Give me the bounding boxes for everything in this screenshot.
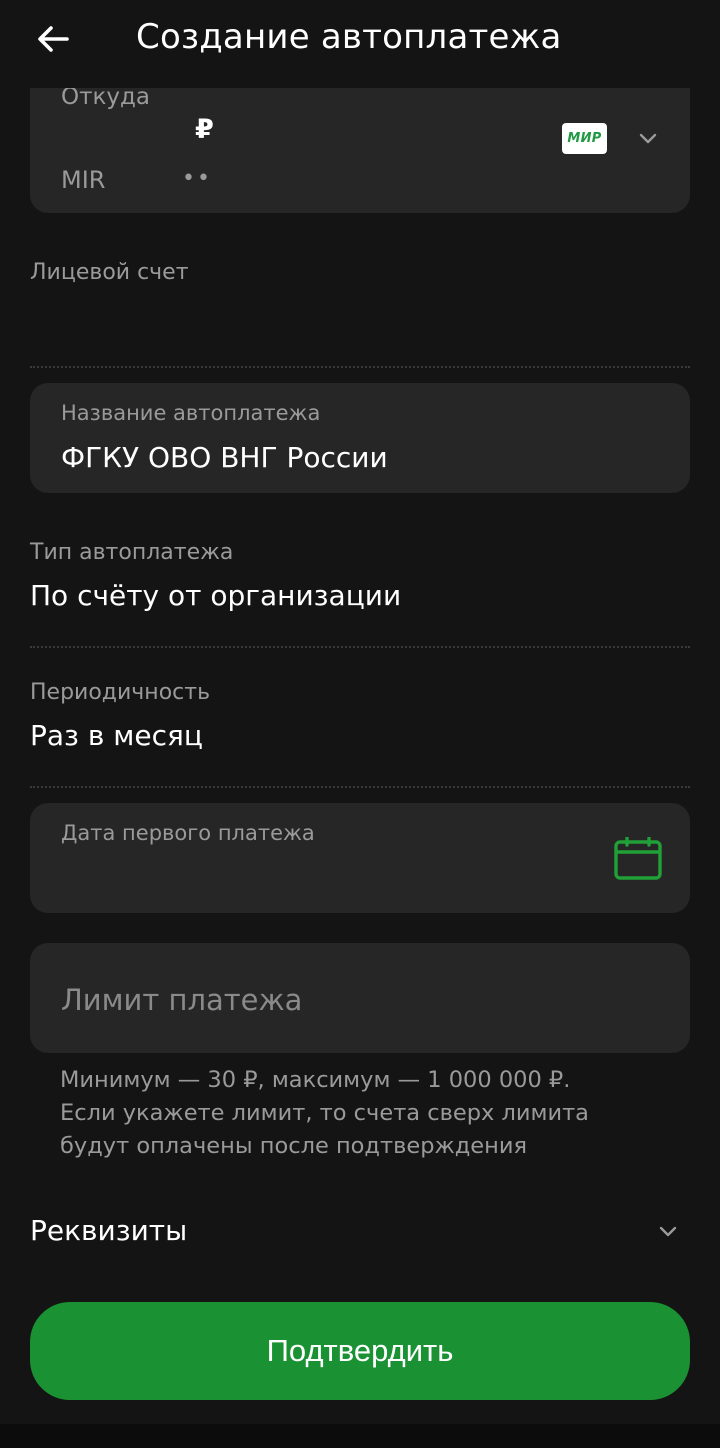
mir-logo-icon: МИР <box>562 123 607 154</box>
autopayment-type-value: По счёту от организации <box>30 579 402 612</box>
autopayment-screen: Откуда ₽ MIR •• МИР Создание автоплатежа… <box>0 0 720 1448</box>
limit-hint: Минимум — 30 ₽, максимум — 1 000 000 ₽. … <box>60 1064 660 1163</box>
header: Создание автоплатежа <box>0 0 720 88</box>
source-card-name: MIR <box>61 166 106 194</box>
confirm-button[interactable]: Подтвердить <box>30 1302 690 1400</box>
divider <box>30 646 690 648</box>
periodicity-value: Раз в месяц <box>30 719 203 752</box>
page-title: Создание автоплатежа <box>136 17 562 57</box>
chevron-down-icon[interactable] <box>636 127 660 151</box>
requisites-label: Реквизиты <box>30 1214 188 1247</box>
system-navigation-bar <box>0 1424 720 1448</box>
mir-logo-text: МИР <box>567 131 602 146</box>
periodicity-field: Периодичность Раз в месяц <box>30 680 690 752</box>
calendar-icon[interactable] <box>614 837 662 881</box>
autopayment-type-field: Тип автоплатежа По счёту от организации <box>30 540 690 612</box>
account-field[interactable]: Лицевой счет <box>30 260 690 299</box>
periodicity-label: Периодичность <box>30 680 211 705</box>
source-account-selector[interactable]: Откуда ₽ MIR •• МИР <box>30 78 690 213</box>
source-card-mask: •• <box>182 166 212 191</box>
confirm-button-label: Подтвердить <box>266 1333 454 1368</box>
payment-limit-placeholder: Лимит платежа <box>61 983 303 1017</box>
chevron-down-icon <box>659 1226 677 1237</box>
payment-limit-input[interactable]: Лимит платежа <box>30 943 690 1053</box>
back-button[interactable] <box>28 14 78 64</box>
requisites-toggle[interactable]: Реквизиты <box>30 1212 690 1256</box>
divider <box>30 786 690 788</box>
first-payment-date-field[interactable]: Дата первого платежа <box>30 803 690 913</box>
arrow-left-icon <box>38 26 69 52</box>
limit-hint-line: Минимум — 30 ₽, максимум — 1 000 000 ₽. <box>60 1067 571 1093</box>
account-label: Лицевой счет <box>30 260 189 285</box>
divider <box>30 366 690 368</box>
autopayment-type-label: Тип автоплатежа <box>30 540 234 565</box>
limit-hint-line: Если укажете лимит, то счета сверх лимит… <box>60 1100 589 1126</box>
limit-hint-line: будут оплачены после подтверждения <box>60 1133 528 1159</box>
autopayment-name-field[interactable]: Название автоплатежа ФГКУ ОВО ВНГ России <box>30 383 690 493</box>
autopayment-name-value: ФГКУ ОВО ВНГ России <box>61 441 388 474</box>
first-payment-date-label: Дата первого платежа <box>61 821 315 845</box>
source-balance-currency: ₽ <box>195 114 214 145</box>
autopayment-name-label: Название автоплатежа <box>61 401 321 425</box>
